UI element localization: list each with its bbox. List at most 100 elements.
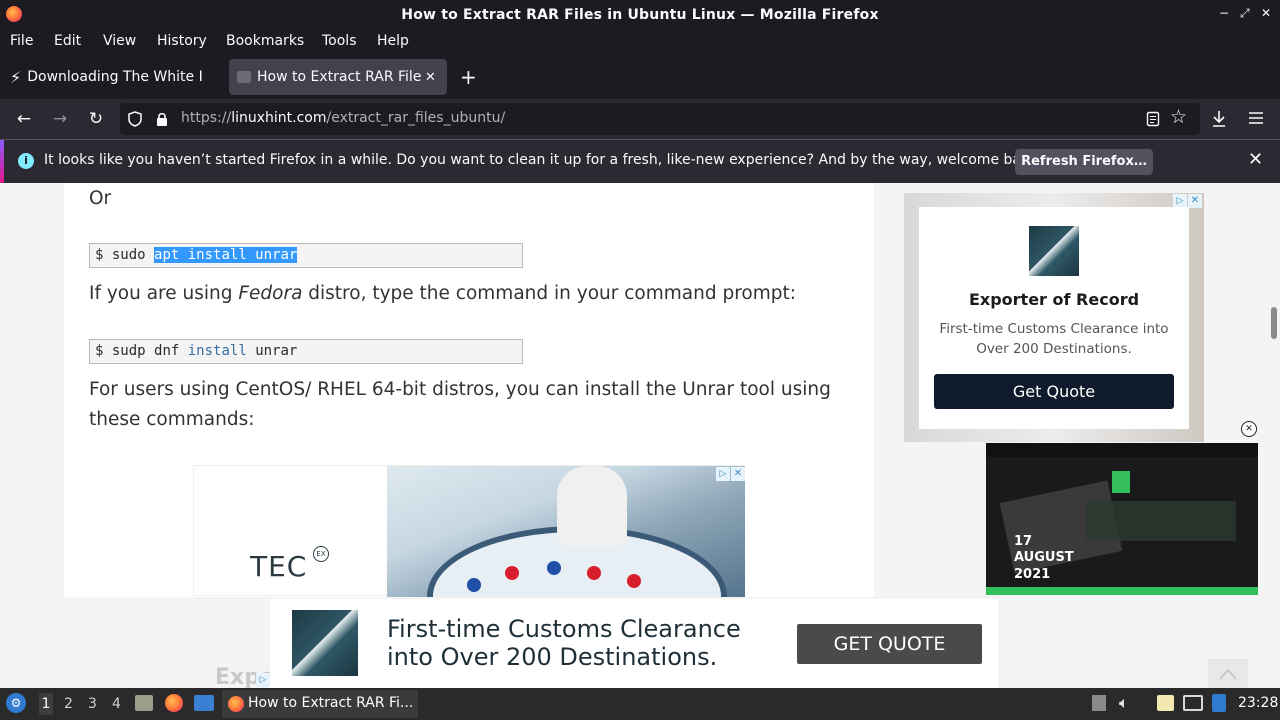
tab-bar: ⚡ Downloading The White I How to Extract… xyxy=(0,55,1280,99)
selected-text: apt install unrar xyxy=(154,247,298,263)
ad-body-line1: First-time Customs Clearance into xyxy=(939,321,1169,337)
maximize-button[interactable]: ⤢ xyxy=(1240,6,1250,21)
bookmark-star-icon[interactable]: ☆ xyxy=(1170,106,1187,128)
code-keyword: install xyxy=(187,343,247,359)
shield-icon[interactable] xyxy=(128,111,142,127)
video-ad[interactable]: 17 AUGUST 2021 xyxy=(986,443,1258,595)
close-video-icon[interactable]: ✕ xyxy=(1241,421,1257,437)
network-icon[interactable] xyxy=(1183,695,1203,711)
taskbar: ⚙ 1 2 3 4 How to Extract RAR Fi... 🔈︎ 23… xyxy=(0,688,1280,720)
code-prompt: $ xyxy=(95,247,104,263)
video-date-month: AUGUST xyxy=(1014,550,1074,565)
code-command: sudp dnf xyxy=(111,343,180,359)
video-date-year: 2021 xyxy=(1014,567,1051,582)
get-quote-banner-button[interactable]: GET QUOTE xyxy=(797,624,982,664)
menu-history[interactable]: History xyxy=(157,33,207,49)
reader-view-icon[interactable] xyxy=(1146,111,1160,127)
workspace-3[interactable]: 3 xyxy=(88,696,97,712)
ad-card: Exporter of Record First-time Customs Cl… xyxy=(919,207,1189,429)
tab-label: Downloading The White I xyxy=(27,69,203,85)
reload-button[interactable]: ↻ xyxy=(84,107,108,131)
menu-file[interactable]: File xyxy=(10,33,33,49)
forward-button[interactable]: → xyxy=(48,107,72,131)
bottom-ad-banner: First-time Customs Clearance into Over 2… xyxy=(270,599,998,688)
window-title: How to Extract RAR Files in Ubuntu Linux… xyxy=(401,6,879,23)
video-header-strip xyxy=(986,443,1258,457)
file-manager-icon[interactable] xyxy=(135,695,153,711)
url-scheme: https:// xyxy=(181,110,232,126)
close-tab-icon[interactable]: ✕ xyxy=(425,70,436,85)
tube-cap xyxy=(547,561,561,575)
scroll-to-top-button[interactable] xyxy=(1208,659,1248,688)
tab-downloading[interactable]: ⚡ Downloading The White I xyxy=(4,59,226,95)
chevron-up-icon xyxy=(1219,668,1237,680)
back-button[interactable]: ← xyxy=(12,107,36,131)
menu-edit[interactable]: Edit xyxy=(54,33,81,49)
close-window-button[interactable]: ✕ xyxy=(1261,6,1271,20)
url-text[interactable]: https://linuxhint.com/extract_rar_files_… xyxy=(181,110,505,126)
refresh-firefox-button[interactable]: Refresh Firefox… xyxy=(1015,149,1153,175)
workspace-1[interactable]: 1 xyxy=(39,693,53,715)
ad-body-line2: Over 200 Destinations. xyxy=(976,341,1132,357)
hamburger-menu-icon[interactable] xyxy=(1249,111,1263,125)
menu-bookmarks[interactable]: Bookmarks xyxy=(226,33,304,49)
tec-logo: TEC xyxy=(250,550,308,583)
url-path: /extract_rar_files_ubuntu/ xyxy=(326,110,506,126)
text-emphasis: Fedora xyxy=(238,283,303,304)
clipboard-icon[interactable] xyxy=(1157,695,1174,711)
tube-cap xyxy=(627,574,641,588)
firefox-launcher-icon[interactable] xyxy=(165,694,183,712)
volume-icon[interactable]: 🔈︎ xyxy=(1119,693,1129,713)
lab-photo xyxy=(387,466,745,597)
text-segment: If you are using xyxy=(89,283,239,304)
close-notification-icon[interactable]: ✕ xyxy=(1248,149,1263,170)
workspace-2[interactable]: 2 xyxy=(64,696,73,712)
menu-bar: File Edit View History Bookmarks Tools H… xyxy=(0,29,1280,55)
adchoices-icon[interactable]: ▷ xyxy=(716,467,730,481)
adchoices-icon[interactable]: ▷ xyxy=(256,673,270,687)
taskbar-window-title: How to Extract RAR Fi... xyxy=(248,695,414,711)
close-ad-icon[interactable]: ✕ xyxy=(1188,194,1202,208)
start-menu-icon[interactable]: ⚙ xyxy=(6,693,26,713)
update-notifier-icon[interactable] xyxy=(1212,694,1226,712)
paragraph-or: Or xyxy=(89,188,112,209)
desktop-icon[interactable] xyxy=(194,695,214,711)
url-domain: linuxhint.com xyxy=(231,110,327,126)
web-page: Or $ sudo apt install unrar If you are u… xyxy=(0,183,1280,688)
inline-ad[interactable]: TEC EX ▷ ✕ xyxy=(193,465,745,597)
tube-cap xyxy=(505,566,519,580)
paragraph-fedora: If you are using Fedora distro, type the… xyxy=(89,279,796,309)
tab-extract-rar[interactable]: How to Extract RAR Files ✕ xyxy=(229,59,447,95)
minimize-button[interactable]: − xyxy=(1219,6,1229,20)
get-quote-button[interactable]: Get Quote xyxy=(934,374,1174,409)
downloads-icon[interactable] xyxy=(1211,110,1227,128)
url-bar[interactable]: https://linuxhint.com/extract_rar_files_… xyxy=(120,103,1200,135)
manjaro-logo-icon xyxy=(1112,471,1130,493)
tec-logo-icon xyxy=(1029,226,1079,276)
menu-tools[interactable]: Tools xyxy=(322,33,357,49)
tube-cap xyxy=(467,578,481,592)
clock: 23:28 xyxy=(1238,695,1279,711)
lightning-icon: ⚡ xyxy=(10,67,22,87)
menu-view[interactable]: View xyxy=(103,33,136,49)
sidebar-ad[interactable]: ▷ ✕ Exporter of Record First-time Custom… xyxy=(904,193,1204,442)
lock-icon[interactable] xyxy=(155,111,169,127)
tube-cap xyxy=(587,566,601,580)
paragraph-centos-1: For users using CentOS/ RHEL 64-bit dist… xyxy=(89,379,831,400)
new-tab-button[interactable]: + xyxy=(460,65,477,89)
adchoices-icon[interactable]: ▷ xyxy=(1173,194,1187,208)
close-ad-icon[interactable]: ✕ xyxy=(731,467,745,481)
ad-heading: Exporter of Record xyxy=(968,290,1140,309)
page-scrollbar-thumb[interactable] xyxy=(1271,307,1277,339)
tray-arrow-icon[interactable] xyxy=(1092,695,1106,711)
video-progress-bar[interactable] xyxy=(986,587,1258,595)
bottom-ad-line1: First-time Customs Clearance xyxy=(387,615,741,643)
bottom-anchor-ad[interactable]: Expo ▷ ✕ First-time Customs Clearance in… xyxy=(0,597,1280,688)
notification-bar: i It looks like you haven’t started Fire… xyxy=(0,139,1280,184)
workspace-4[interactable]: 4 xyxy=(112,696,121,712)
taskbar-window-button[interactable]: How to Extract RAR Fi... xyxy=(222,690,418,718)
menu-help[interactable]: Help xyxy=(377,33,409,49)
notification-message: It looks like you haven’t started Firefo… xyxy=(44,152,1043,168)
video-date-day: 17 xyxy=(1014,534,1033,549)
code-argument: unrar xyxy=(255,343,298,359)
